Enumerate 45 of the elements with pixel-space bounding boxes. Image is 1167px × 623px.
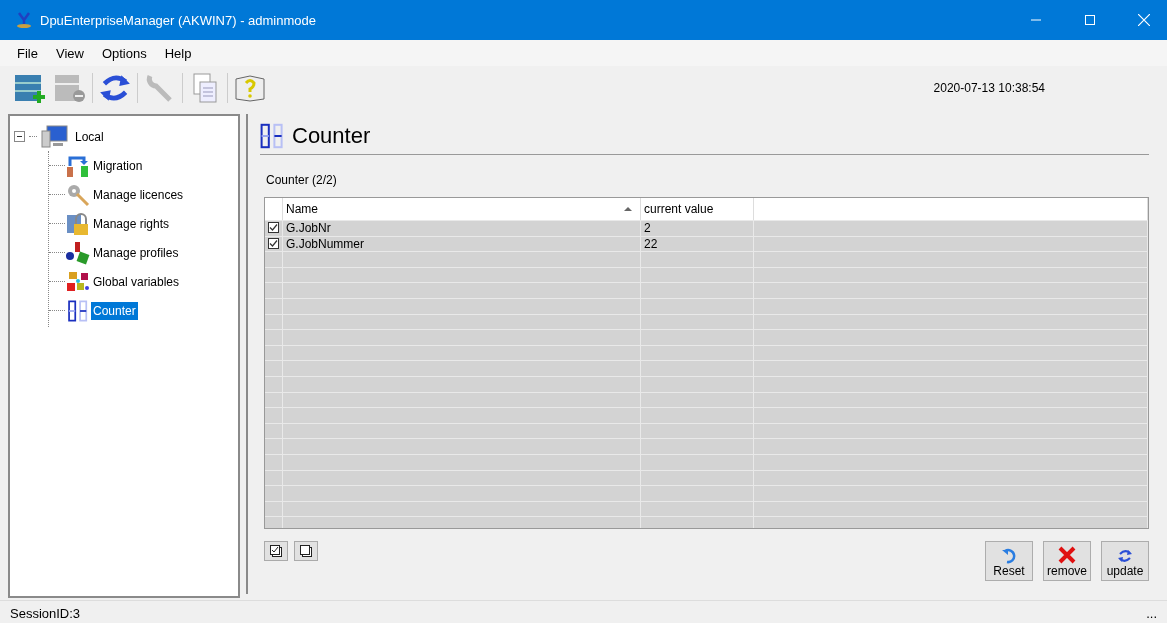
status-ellipsis: ... <box>1146 606 1157 621</box>
checked-boxes-icon <box>269 544 283 558</box>
app-icon <box>16 12 32 28</box>
check-all-button[interactable] <box>264 541 288 561</box>
panel-title: Counter <box>292 123 371 149</box>
lock-icon <box>65 211 91 236</box>
table-cell: 2 <box>641 221 754 236</box>
menu-item[interactable]: Options <box>92 45 156 61</box>
uncheck-all-button[interactable] <box>294 541 318 561</box>
cubes-icon <box>65 269 91 294</box>
tree-item[interactable]: Manage profiles <box>91 243 181 262</box>
column-header[interactable]: Name <box>283 198 641 220</box>
tree-item[interactable]: Global variables <box>91 272 182 291</box>
table-cell: 22 <box>641 236 754 252</box>
action-button[interactable]: remove <box>1043 541 1091 581</box>
row-checkbox[interactable] <box>268 237 279 249</box>
timestamp: 2020-07-13 10:38:54 <box>933 81 1045 95</box>
action-button[interactable]: update <box>1101 541 1149 581</box>
tree-item[interactable]: Migration <box>91 156 145 175</box>
undo-icon <box>1001 548 1017 564</box>
maximize-icon <box>1085 15 1095 25</box>
refresh-icon <box>1117 548 1133 564</box>
column-header[interactable]: current value <box>641 198 754 220</box>
list-caption: Counter (2/2) <box>266 173 338 187</box>
keys-icon <box>65 182 91 207</box>
tree-item[interactable]: Manage licences <box>91 185 186 204</box>
table-cell: G.JobNummer <box>283 236 641 252</box>
table-cell: G.JobNr <box>283 221 641 236</box>
menu-item[interactable]: View <box>46 45 93 61</box>
shapes-icon <box>65 240 91 265</box>
window-title: DpuEnterpriseManager (AKWIN7) - adminmode <box>40 12 317 28</box>
close-icon <box>1058 546 1076 564</box>
menu-item[interactable]: File <box>8 45 47 61</box>
empty-boxes-icon <box>299 544 313 558</box>
computer-icon <box>41 124 69 149</box>
close-icon <box>1138 14 1150 26</box>
tree-item[interactable]: Manage rights <box>91 214 172 233</box>
collapse-toggle-icon[interactable] <box>14 131 25 142</box>
session-id: SessionID:3 <box>10 606 81 621</box>
menu-item[interactable]: Help <box>155 45 201 61</box>
tree-item[interactable]: Local <box>73 127 106 146</box>
action-button[interactable]: Reset <box>985 541 1033 581</box>
row-checkbox[interactable] <box>268 222 279 233</box>
tree-item[interactable]: Counter <box>91 301 138 320</box>
sort-arrow-icon <box>624 207 632 211</box>
